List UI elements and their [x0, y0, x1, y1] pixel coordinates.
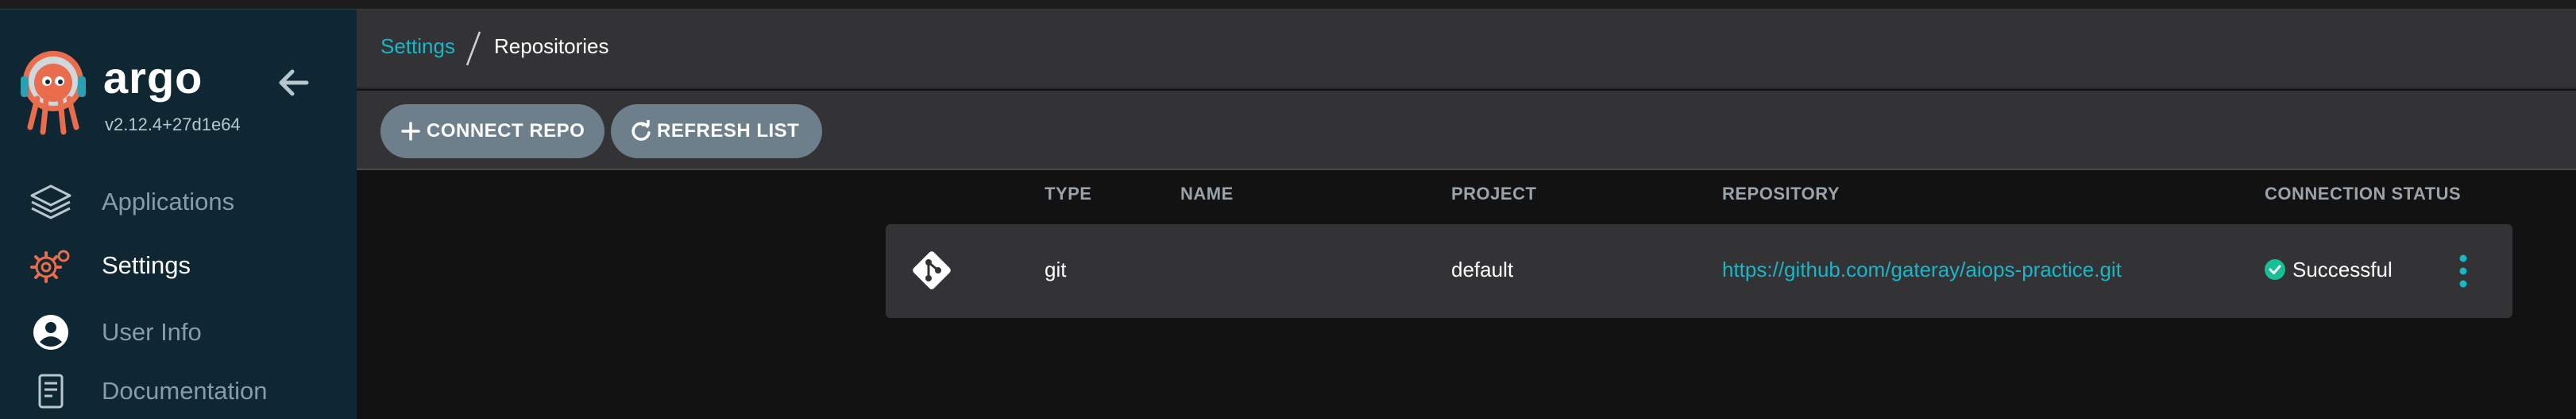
connect-repo-button[interactable]: CONNECT REPO: [380, 104, 604, 158]
column-header-repository: REPOSITORY: [1722, 184, 1840, 204]
book-icon: [38, 374, 64, 409]
arrow-left-icon: [279, 69, 309, 96]
breadcrumb-link-settings[interactable]: Settings: [380, 36, 455, 56]
sidebar: argo v2.12.4+27d1e64 Applications Settin…: [0, 10, 357, 419]
version-label: v2.12.4+27d1e64: [105, 114, 241, 134]
connection-status: Successful: [2292, 258, 2393, 281]
sidebar-item-user-info[interactable]: User Info: [0, 307, 357, 358]
refresh-icon: [631, 120, 651, 141]
column-header-project: PROJECT: [1451, 184, 1537, 204]
brand-name: argo: [103, 52, 203, 103]
column-header-type: TYPE: [1045, 184, 1092, 204]
refresh-list-button[interactable]: REFRESH LIST: [611, 104, 822, 158]
user-circle-icon: [33, 315, 68, 350]
page-title: Repositories: [494, 34, 609, 58]
sidebar-item-applications[interactable]: Applications: [0, 177, 357, 227]
toolbar: CONNECT REPO REFRESH LIST: [357, 91, 2576, 170]
repo-type: git: [1045, 258, 1067, 281]
git-icon: [913, 251, 951, 289]
sidebar-item-label: Settings: [102, 251, 191, 279]
check-circle-icon: [2265, 259, 2285, 280]
connect-repo-label: CONNECT REPO: [427, 120, 585, 142]
sidebar-item-label: Documentation: [102, 377, 268, 405]
repo-project: default: [1451, 258, 1514, 281]
table-row[interactable]: git default https://github.com/gateray/a…: [886, 224, 2512, 318]
plus-icon: [401, 122, 420, 141]
row-actions-menu-button[interactable]: [2455, 251, 2471, 291]
collapse-sidebar-button[interactable]: [275, 67, 313, 99]
sidebar-item-label: Applications: [102, 188, 235, 215]
sidebar-item-documentation[interactable]: Documentation: [0, 366, 357, 417]
argo-logo-icon: [19, 49, 87, 137]
gears-icon: [30, 250, 70, 283]
column-header-connection-status: CONNECTION STATUS: [2265, 184, 2462, 204]
kebab-menu-icon: [2459, 254, 2467, 288]
column-header-name: NAME: [1180, 184, 1234, 204]
breadcrumb-separator: [465, 31, 481, 66]
breadcrumb: Settings Repositories: [357, 10, 2576, 89]
refresh-list-label: REFRESH LIST: [657, 120, 800, 142]
window-top-strip: [0, 0, 2576, 10]
sidebar-item-label: User Info: [102, 318, 202, 346]
sidebar-item-settings[interactable]: Settings: [0, 240, 357, 291]
repo-url-link[interactable]: https://github.com/gateray/aiops-practic…: [1722, 259, 2122, 280]
layers-icon: [30, 184, 71, 219]
